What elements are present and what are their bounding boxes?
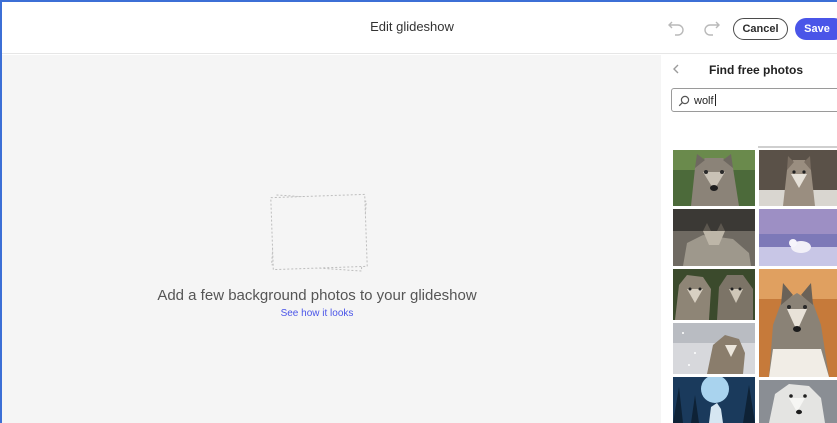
empty-state-hint: Add a few background photos to your glid… <box>157 287 477 304</box>
see-how-it-looks-link[interactable]: See how it looks <box>2 308 632 319</box>
photo-result[interactable] <box>759 269 837 377</box>
save-button[interactable]: Save <box>795 18 837 40</box>
find-photos-panel: Find free photos wolf <box>661 55 837 423</box>
photo-result[interactable] <box>673 150 755 206</box>
chevron-left-icon[interactable] <box>669 62 683 76</box>
photo-result[interactable] <box>759 209 837 266</box>
cancel-button[interactable]: Cancel <box>733 18 788 40</box>
redo-icon[interactable] <box>702 17 722 37</box>
search-icon <box>678 94 690 107</box>
text-caret <box>714 94 716 106</box>
results-divider <box>758 146 837 148</box>
page-title: Edit glideshow <box>370 19 454 34</box>
photo-result[interactable] <box>759 380 837 423</box>
top-bar: Edit glideshow Cancel Save <box>2 2 837 54</box>
empty-photos-icon <box>264 190 374 275</box>
photo-result[interactable] <box>673 269 755 320</box>
search-value: wolf <box>694 95 714 107</box>
photo-search-input[interactable]: wolf <box>671 88 837 112</box>
undo-icon[interactable] <box>666 17 686 37</box>
photo-result[interactable] <box>759 150 837 206</box>
photo-result[interactable] <box>673 323 755 374</box>
panel-title: Find free photos <box>709 63 803 77</box>
photo-result[interactable] <box>673 209 755 266</box>
glideshow-canvas: Add a few background photos to your glid… <box>2 55 661 423</box>
photo-result[interactable] <box>673 377 755 423</box>
